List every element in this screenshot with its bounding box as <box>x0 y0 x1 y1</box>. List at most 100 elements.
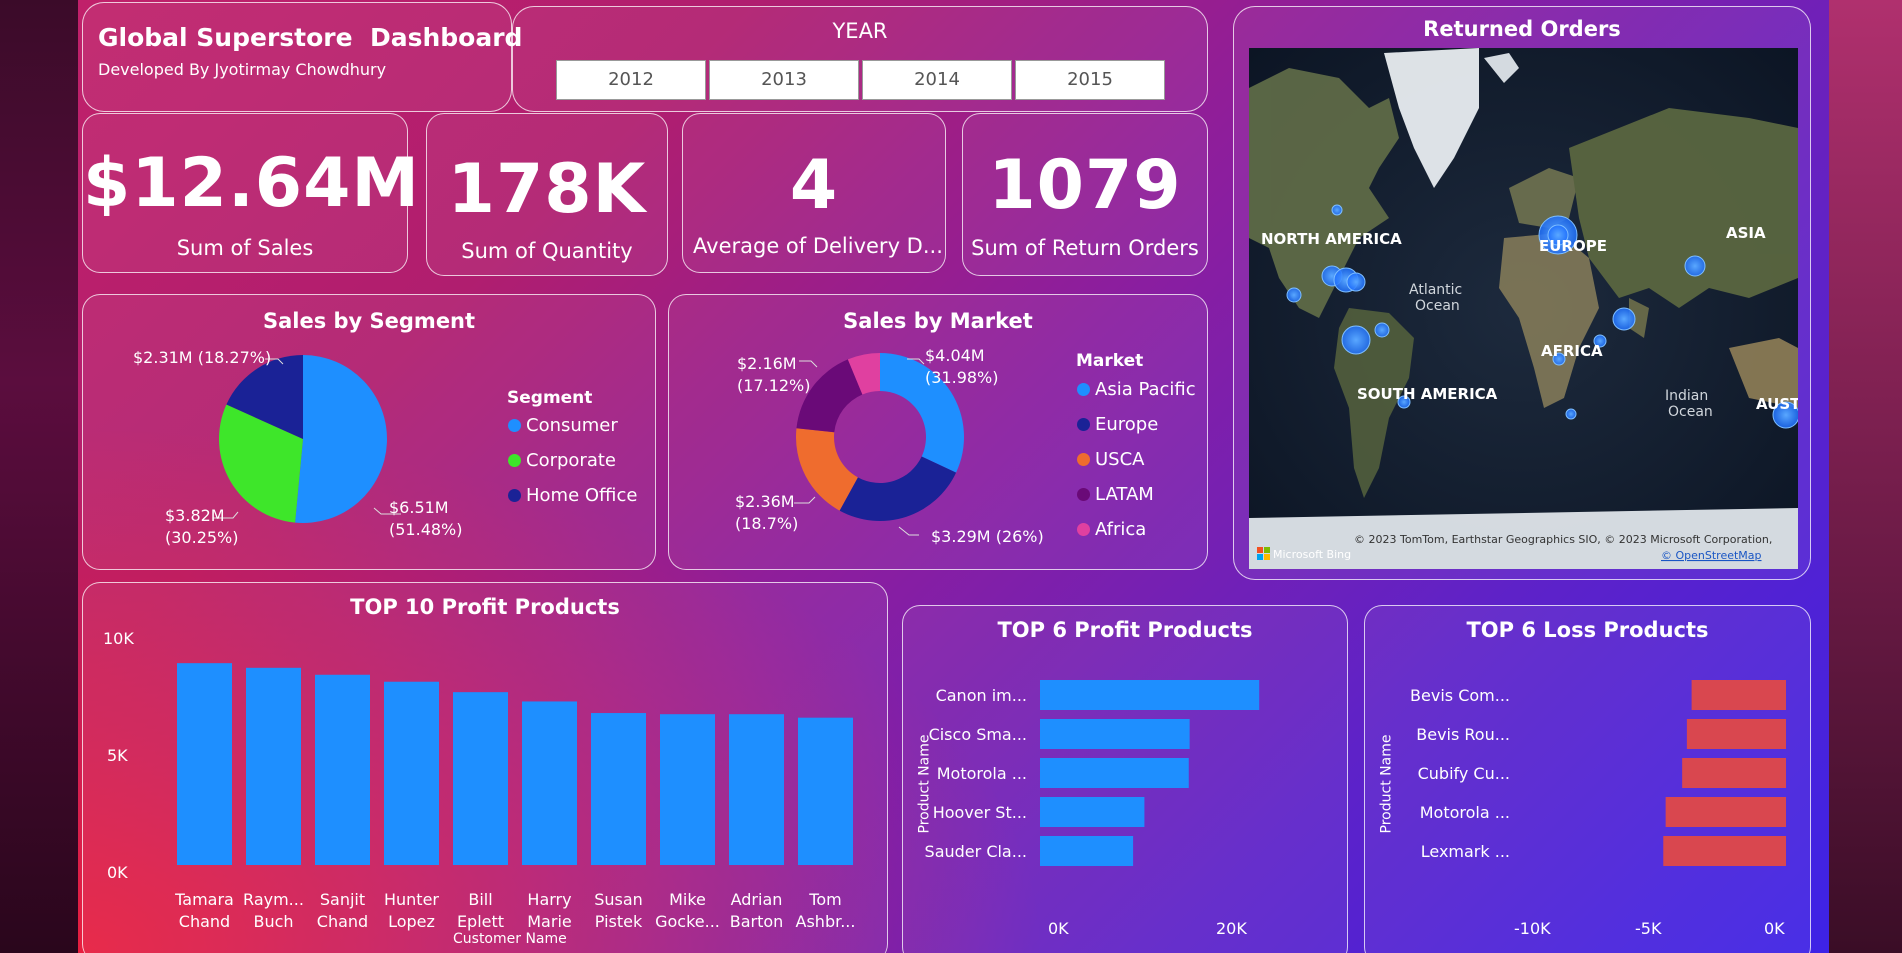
x-tick-label: Mike <box>669 890 706 909</box>
kpi-label-sales: Sum of Sales <box>176 236 314 260</box>
dashboard-subtitle: Developed By Jyotirmay Chowdhury <box>98 60 387 79</box>
map-label-europe: EUROPE <box>1539 237 1607 255</box>
bar[interactable] <box>177 663 232 865</box>
x-tick-label: Harry <box>527 890 571 909</box>
legend-dot-icon <box>1077 453 1090 466</box>
bar[interactable] <box>1663 836 1786 866</box>
segment-label-consumer: $6.51M (51.48%) <box>389 498 463 539</box>
bar[interactable] <box>591 713 646 865</box>
top6-loss-title: TOP 6 Loss Products <box>1466 618 1709 642</box>
top6-profit-bar-chart: Canon im... Cisco Sma... Motorola ... Hoove… <box>925 680 1260 866</box>
legend-dot-icon <box>508 454 521 467</box>
x-tick-label: Buch <box>253 912 293 931</box>
y-tick-label: Canon im... <box>936 686 1027 705</box>
bar[interactable] <box>1040 836 1134 866</box>
bar[interactable] <box>1686 719 1786 749</box>
legend-dot-icon <box>1077 523 1090 536</box>
svg-text:Ocean: Ocean <box>1668 404 1713 420</box>
bar[interactable] <box>1691 680 1786 710</box>
year-button-2012[interactable]: 2012 <box>556 60 706 100</box>
legend-text: Asia Pacific <box>1095 379 1196 400</box>
x-tick-label: Pistek <box>595 912 643 931</box>
bar[interactable] <box>453 692 508 865</box>
segment-legend-home-office[interactable]: Home Office <box>508 485 637 506</box>
map-attribution: © 2023 TomTom, Earthstar Geographics SIO… <box>1354 533 1772 546</box>
legend-text: Home Office <box>526 485 638 506</box>
bar[interactable] <box>1040 797 1145 827</box>
x-tick-label: Tom <box>808 890 841 909</box>
year-button-2014[interactable]: 2014 <box>862 60 1012 100</box>
bar[interactable] <box>729 714 784 865</box>
y-tick-label: Hoover St... <box>933 803 1027 822</box>
bar[interactable] <box>1665 797 1786 827</box>
kpi-value-sales: $12.64M <box>83 144 421 223</box>
x-tick-label: Bill <box>468 890 492 909</box>
segment-label-home-office: $2.31M (18.27%) <box>133 348 272 367</box>
y-tick-label: Bevis Rou... <box>1416 725 1510 744</box>
bar[interactable] <box>1040 719 1190 749</box>
y-tick-label: Bevis Com... <box>1410 686 1510 705</box>
map-label-atlantic: Atlantic <box>1409 282 1462 298</box>
kpi-label-delivery: Average of Delivery D... <box>693 234 943 258</box>
kpi-label-quantity: Sum of Quantity <box>461 239 633 263</box>
bar[interactable] <box>246 667 301 865</box>
svg-text:Ocean: Ocean <box>1415 298 1460 314</box>
title-card: Global Superstore Dashboard Developed By… <box>82 2 522 112</box>
left-margin <box>0 0 78 953</box>
bing-logo-icon <box>1257 547 1263 553</box>
x-tick-label: Ashbr... <box>796 912 856 931</box>
year-button-2015[interactable]: 2015 <box>1015 60 1165 100</box>
y-tick-label: Lexmark ... <box>1421 842 1510 861</box>
market-label-europe: $3.29M (26%) <box>931 527 1044 546</box>
world-map[interactable]: NORTH AMERICA EUROPE ASIA AFRICA SOUTH A… <box>1249 48 1798 569</box>
map-label-south-america: SOUTH AMERICA <box>1357 385 1498 403</box>
legend-dot-icon <box>1077 418 1090 431</box>
legend-dot-icon <box>1077 488 1090 501</box>
market-legend-europe[interactable]: Europe <box>1077 414 1158 435</box>
bar[interactable] <box>660 714 715 865</box>
x-tick-label: Lopez <box>388 912 435 931</box>
legend-text: LATAM <box>1095 484 1154 505</box>
x-tick-label: Chand <box>317 912 368 931</box>
bar[interactable] <box>1040 680 1260 710</box>
top6-profit-xtick-20k: 20K <box>1216 919 1247 938</box>
bar[interactable] <box>315 674 370 865</box>
market-legend-latam[interactable]: LATAM <box>1077 484 1154 505</box>
bar[interactable] <box>798 717 853 865</box>
market-legend-asia-pacific[interactable]: Asia Pacific <box>1077 379 1196 400</box>
bing-label: Microsoft Bing <box>1273 548 1351 561</box>
segment-legend-consumer[interactable]: Consumer <box>508 415 618 436</box>
osm-link: © OpenStreetMap <box>1661 549 1762 562</box>
top6-loss-xtick-10k: -10K <box>1514 919 1551 938</box>
bar[interactable] <box>384 681 439 865</box>
y-tick-label: Cubify Cu... <box>1418 764 1510 783</box>
map-title: Returned Orders <box>1423 17 1621 41</box>
segment-legend-corporate[interactable]: Corporate <box>508 450 616 471</box>
kpi-card-delivery: 4 Average of Delivery D... <box>682 113 946 273</box>
bar[interactable] <box>522 701 577 865</box>
x-tick-label: Barton <box>730 912 784 931</box>
market-legend-usca[interactable]: USCA <box>1077 449 1144 470</box>
kpi-card-quantity: 178K Sum of Quantity <box>426 113 668 276</box>
map-label-aust: AUST <box>1756 395 1798 413</box>
legend-text: Europe <box>1095 414 1159 435</box>
top6-profit-title: TOP 6 Profit Products <box>997 618 1253 642</box>
year-button-2013[interactable]: 2013 <box>709 60 859 100</box>
market-legend-africa[interactable]: Africa <box>1077 519 1146 540</box>
market-label-latam: $2.16M (17.12%) <box>737 354 811 395</box>
x-tick-label: Hunter <box>384 890 439 909</box>
x-tick-label: Chand <box>179 912 230 931</box>
year-slicer: YEAR 2012 2013 2014 2015 <box>512 6 1208 112</box>
bar[interactable] <box>1040 758 1189 788</box>
segment-label-corporate: $3.82M (30.25%) <box>165 506 239 547</box>
year-slicer-title: YEAR <box>832 19 888 43</box>
x-tick-label: Sanjit <box>320 890 365 909</box>
top6-loss-xtick-5k: -5K <box>1635 919 1662 938</box>
dashboard-canvas: Global Superstore Dashboard Developed By… <box>78 0 1829 953</box>
bar[interactable] <box>1682 758 1786 788</box>
x-tick-label: Eplett <box>457 912 504 931</box>
top6-loss-card: TOP 6 Loss Products Product Name Bevis C… <box>1364 605 1811 953</box>
top10-ytick-0k: 0K <box>107 863 128 882</box>
market-label-usca: $2.36M (18.7%) <box>735 492 799 533</box>
y-tick-label: Motorola ... <box>937 764 1027 783</box>
